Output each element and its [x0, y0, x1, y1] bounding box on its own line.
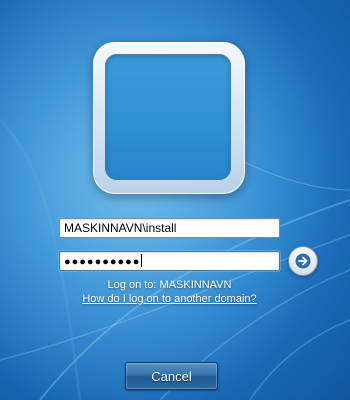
cancel-button[interactable]: Cancel [125, 362, 218, 390]
text-caret [141, 254, 143, 267]
password-field[interactable]: ●●●●●●●●●● [59, 251, 280, 271]
another-domain-link[interactable]: How do I log on to another domain? [59, 293, 280, 305]
arrow-right-icon [295, 253, 311, 269]
username-value: MASKINNAVN\install [64, 221, 177, 235]
user-picture [105, 54, 231, 180]
submit-button[interactable] [288, 246, 318, 276]
username-field[interactable]: MASKINNAVN\install [59, 218, 280, 238]
logon-to-label: Log on to: MASKINNAVN [107, 279, 232, 291]
password-masked-value: ●●●●●●●●●● [64, 256, 141, 268]
user-picture-frame [93, 42, 245, 194]
